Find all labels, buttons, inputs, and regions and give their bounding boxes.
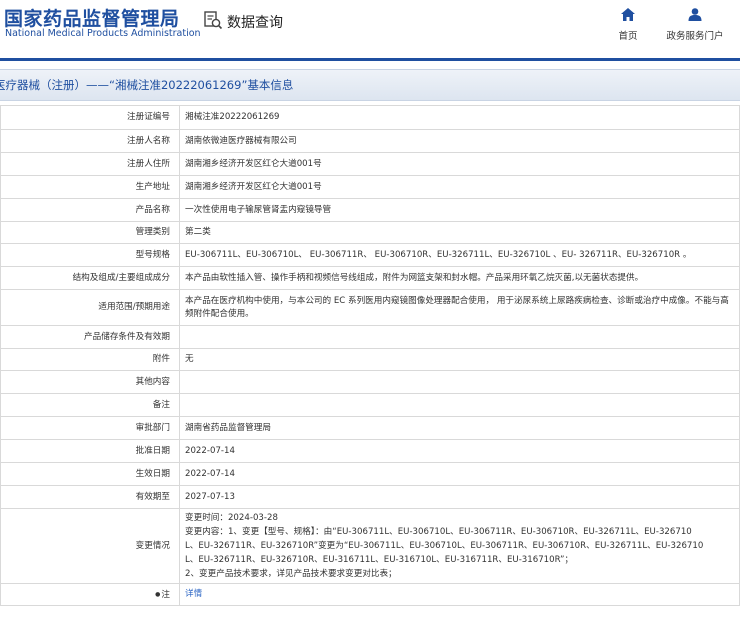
- field-label: 其他内容: [0, 370, 180, 394]
- table-row: 适用范围/预期用途 本产品在医疗机构中使用，与本公司的 EC 系列医用内窥镜图像处…: [0, 289, 740, 326]
- field-label: 变更情况: [0, 508, 180, 584]
- table-row: 附件无: [0, 348, 740, 371]
- table-row: 其他内容: [0, 370, 740, 394]
- table-row: 管理类别 第二类: [0, 221, 740, 244]
- field-value: [179, 370, 740, 394]
- field-label: 结构及组成/主要组成成分: [0, 266, 180, 290]
- field-value: 2022-07-14: [179, 462, 740, 486]
- field-value: 湘械注准20222061269: [179, 105, 740, 130]
- record-title: 医疗器械（注册）——“湘械注准20222061269”基本信息: [0, 78, 294, 92]
- field-label: ●注: [0, 583, 180, 606]
- table-row: 型号规格 EU-306711L、EU-306710L、 EU-306711R、 E…: [0, 243, 740, 267]
- note-label: 注: [161, 589, 170, 600]
- data-query-link[interactable]: 数据查询: [203, 10, 283, 34]
- table-row: 注册人名称 湖南依微迪医疗器械有限公司: [0, 129, 740, 153]
- field-value: [179, 393, 740, 417]
- logo-title[interactable]: 国家药品监督管理局: [4, 4, 180, 31]
- field-label: 注册人名称: [0, 129, 180, 153]
- data-query-label: 数据查询: [227, 15, 283, 31]
- field-label: 有效期至: [0, 485, 180, 509]
- details-link[interactable]: 详情: [185, 589, 202, 599]
- table-row: 备注: [0, 393, 740, 417]
- site-header: 国家药品监督管理局 National Medical Products Admi…: [0, 0, 740, 58]
- data-query-icon: [203, 10, 223, 34]
- field-value: 湖南湘乡经济开发区红仑大道001号: [179, 175, 740, 199]
- field-value: 2027-07-13: [179, 485, 740, 509]
- note-icon: ●: [155, 590, 161, 598]
- record-title-bar: 医疗器械（注册）——“湘械注准20222061269”基本信息: [0, 69, 740, 101]
- table-row: ●注 详情: [0, 583, 740, 606]
- change-line: L、EU-326711R、EU-326710R”变更为“EU-306711L、E…: [185, 541, 704, 551]
- table-row: 注册证编号 湘械注准20222061269: [0, 105, 740, 130]
- field-value: 2022-07-14: [179, 439, 740, 463]
- field-value: 一次性使用电子输尿管肾盂内窥镜导管: [179, 198, 740, 222]
- table-row: 有效期至 2027-07-13: [0, 485, 740, 509]
- record-details-table: 注册证编号 湘械注准20222061269 注册人名称 湖南依微迪医疗器械有限公司 注册…: [0, 105, 740, 606]
- field-value: 湖南依微迪医疗器械有限公司: [179, 129, 740, 153]
- change-line: 2、变更产品技术要求，详见产品技术要求变更对比表；: [185, 569, 397, 579]
- field-value: 本产品由软性插入管、操作手柄和视频信号线组成，附件为网篮支架和封水帽。产品采用环…: [179, 266, 740, 290]
- field-label: 批准日期: [0, 439, 180, 463]
- change-line: 变更时间：2024-03-28: [185, 513, 278, 523]
- table-row: 结构及组成/主要组成成分 本产品由软性插入管、操作手柄和视频信号线组成，附件为网篮…: [0, 266, 740, 290]
- field-label: 型号规格: [0, 243, 180, 267]
- field-label: 产品储存条件及有效期: [0, 325, 180, 349]
- table-row: 批准日期 2022-07-14: [0, 439, 740, 463]
- field-label: 注册人住所: [0, 152, 180, 176]
- field-label: 管理类别: [0, 221, 180, 244]
- home-icon: [621, 6, 635, 25]
- field-label: 生效日期: [0, 462, 180, 486]
- field-label: 附件: [0, 348, 180, 371]
- table-row: 产品名称 一次性使用电子输尿管肾盂内窥镜导管: [0, 198, 740, 222]
- nav-service-portal-label: 政务服务门户: [666, 31, 724, 42]
- table-row: 生产地址 湖南湘乡经济开发区红仑大道001号: [0, 175, 740, 199]
- field-value: 湖南省药品监督管理局: [179, 416, 740, 440]
- field-value: 无: [179, 348, 740, 371]
- field-value: [179, 325, 740, 349]
- field-label: 生产地址: [0, 175, 180, 199]
- user-icon: [688, 6, 702, 25]
- table-row: 生效日期 2022-07-14: [0, 462, 740, 486]
- field-label: 产品名称: [0, 198, 180, 222]
- field-value: 详情: [179, 583, 740, 606]
- change-line: 变更内容：1、变更【型号、规格】：由“EU-306711L、EU-306710L…: [185, 527, 692, 537]
- field-value: 第二类: [179, 221, 740, 244]
- logo-subtitle: National Medical Products Administration: [5, 28, 201, 39]
- field-value: 湖南湘乡经济开发区红仑大道001号: [179, 152, 740, 176]
- nav-home[interactable]: 首页: [593, 6, 663, 42]
- table-row: 变更情况 变更时间：2024-03-28 变更内容：1、变更【型号、规格】：由“EU…: [0, 508, 740, 584]
- nav-service-portal[interactable]: 政务服务门户: [660, 6, 730, 42]
- field-value: 本产品在医疗机构中使用，与本公司的 EC 系列医用内窥镜图像处理器配合使用， 用…: [179, 289, 740, 326]
- field-label: 备注: [0, 393, 180, 417]
- change-line: L、EU-326711R、EU-326710R、EU-316711L、EU-31…: [185, 555, 574, 565]
- table-row: 审批部门 湖南省药品监督管理局: [0, 416, 740, 440]
- field-label: 注册证编号: [0, 105, 180, 130]
- field-label: 审批部门: [0, 416, 180, 440]
- header-divider: [0, 58, 740, 61]
- nav-home-label: 首页: [618, 31, 638, 42]
- field-value: EU-306711L、EU-306710L、 EU-306711R、 EU-30…: [179, 243, 740, 267]
- table-row: 产品储存条件及有效期: [0, 325, 740, 349]
- field-label: 适用范围/预期用途: [0, 289, 180, 326]
- table-row: 注册人住所 湖南湘乡经济开发区红仑大道001号: [0, 152, 740, 176]
- change-history: 变更时间：2024-03-28 变更内容：1、变更【型号、规格】：由“EU-306…: [179, 508, 740, 584]
